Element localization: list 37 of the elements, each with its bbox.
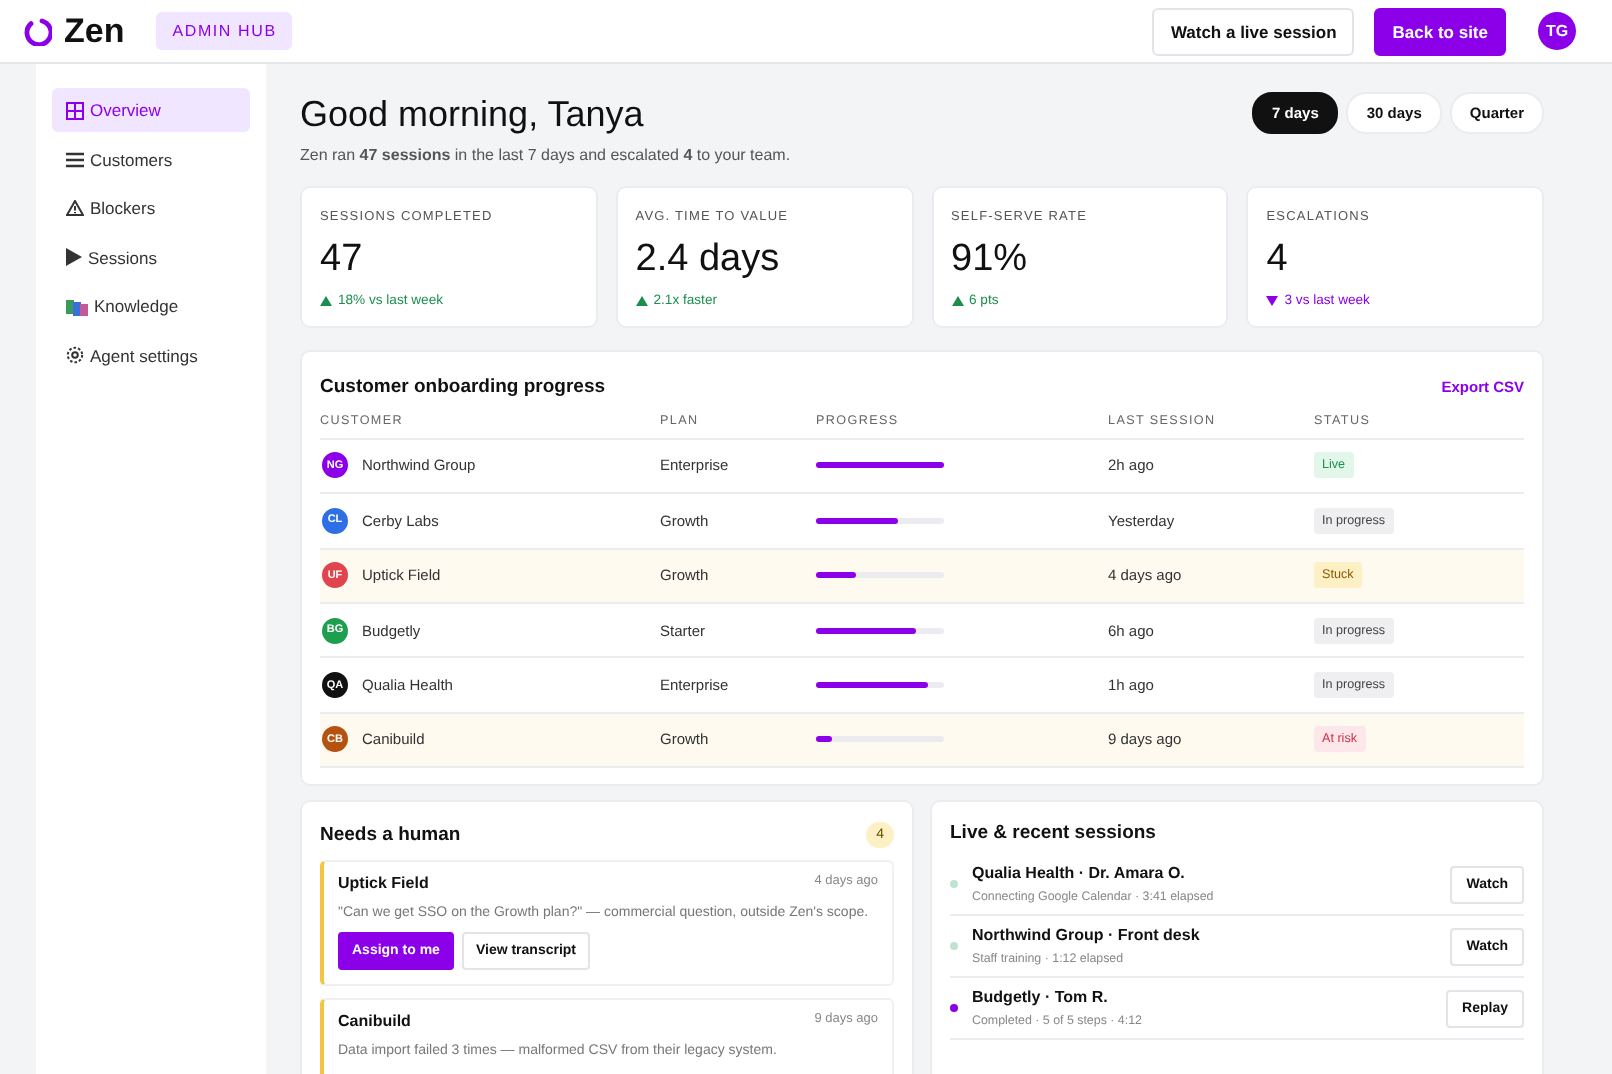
nav-item[interactable]: Overview [52,88,250,132]
table-title: Customer onboarding progress [320,375,606,398]
user-avatar[interactable]: TG [1538,12,1576,50]
progress-bar [816,682,944,689]
nav-item[interactable]: Customers [52,137,250,182]
nav-item[interactable]: Sessions [52,235,250,280]
stat-value: 4 [1266,237,1290,282]
escalation-customer: Uptick Field [338,874,429,893]
books-icon [66,297,88,316]
warning-icon [66,200,84,217]
panel-title: Live & recent sessions [950,822,1158,845]
admin-badge: ADMIN HUB [156,12,293,50]
stat-value: 2.4 days [635,237,782,282]
menu-icon [66,151,84,168]
greeting-title: Good morning, Tanya [300,96,646,136]
session-title: Qualia Health · Dr. Amara O. [972,864,1187,883]
settings-icon [66,346,84,365]
play-icon [66,248,82,267]
summary-text: Zen ran 47 sessions in the last 7 days and escalated 4 to your team. [300,145,791,164]
escalation-customer: Canibuild [338,1012,411,1031]
progress-bar [816,627,944,634]
nav-item[interactable]: Agent settings [52,333,250,378]
grid-icon [66,101,84,119]
nav-item[interactable]: Blockers [52,186,250,231]
nav-item[interactable]: Knowledge [52,284,250,329]
logo-text: Zen [64,11,125,51]
progress-bar [816,517,944,524]
session-title: Budgetly · Tom R. [972,988,1110,1007]
watch-button[interactable]: Watch a live session [1152,7,1355,55]
ring-logo-icon [24,17,52,45]
stat-value: 47 [320,237,365,282]
progress-bar [816,462,944,469]
panel-title: Needs a human [320,824,461,847]
stat-value: 91% [951,237,1030,282]
back-button[interactable]: Back to site [1374,7,1506,55]
progress-bar [816,572,944,579]
session-title: Northwind Group · Front desk [972,926,1202,945]
